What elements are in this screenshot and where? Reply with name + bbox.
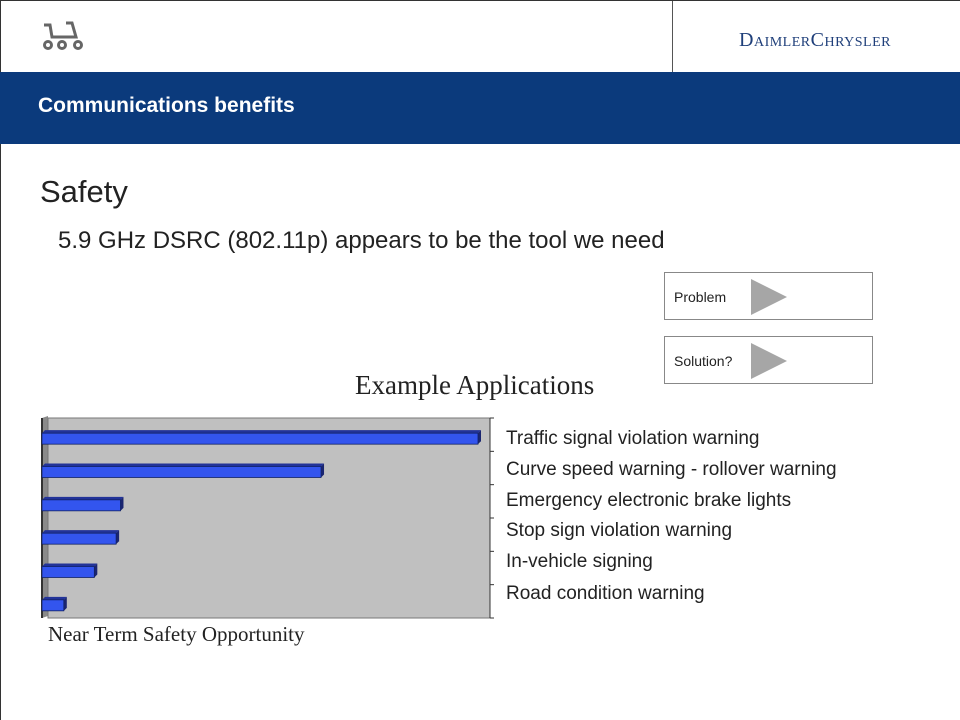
chart-bar	[41, 530, 120, 545]
chart-plot-area	[47, 417, 491, 619]
category-label: Stop sign violation warning	[506, 520, 733, 541]
problem-label: Problem	[674, 289, 727, 305]
solution-button[interactable]: Solution?	[664, 336, 873, 384]
header-divider	[672, 1, 673, 73]
play-arrow-icon	[751, 279, 787, 315]
problem-button[interactable]: Problem	[664, 272, 873, 320]
category-label: Road condition warning	[506, 583, 705, 604]
chart-bar	[41, 596, 67, 612]
bar-chart	[41, 416, 498, 619]
slide-title: Communications benefits	[38, 94, 295, 117]
category-label: Curve speed warning - rollover warning	[506, 459, 837, 480]
category-label: Traffic signal violation warning	[506, 428, 760, 449]
chart-title: Example Applications	[355, 370, 595, 400]
section-title: Safety	[40, 174, 128, 209]
subtitle: 5.9 GHz DSRC (802.11p) appears to be the…	[58, 227, 665, 254]
chart-xlabel: Near Term Safety Opportunity	[48, 622, 305, 646]
chart-bar	[41, 496, 124, 512]
solution-label: Solution?	[674, 353, 733, 369]
chart-bar	[41, 463, 325, 478]
category-label: In-vehicle signing	[506, 551, 653, 572]
chart-bar	[41, 563, 98, 578]
chart-area	[24, 408, 498, 623]
car-wheels-icon	[43, 21, 83, 50]
title-banner: Communications benefits	[0, 72, 960, 144]
chart-bar	[41, 430, 481, 445]
slide-header: DaimlerChrysler	[0, 0, 960, 73]
brand-logo: DaimlerChrysler	[739, 29, 891, 51]
play-arrow-icon	[751, 343, 787, 379]
category-label: Emergency electronic brake lights	[506, 490, 792, 511]
